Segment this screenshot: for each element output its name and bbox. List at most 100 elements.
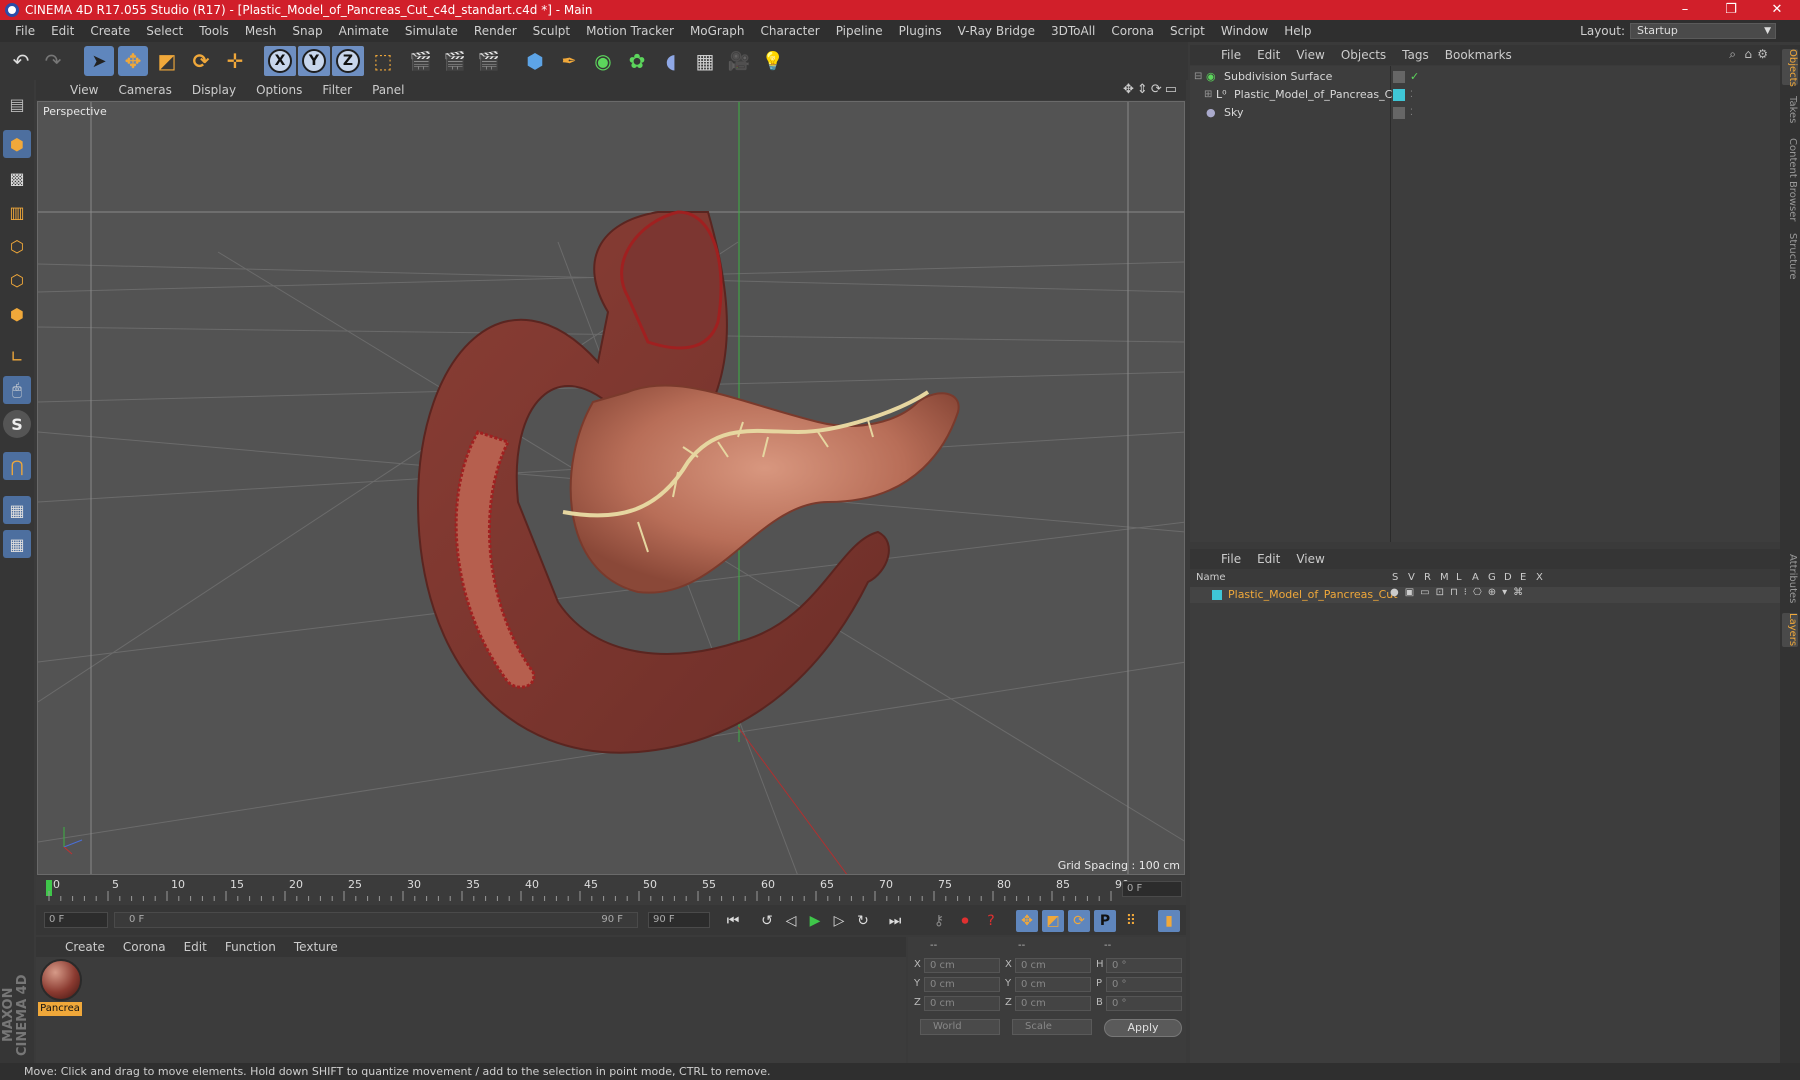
make-editable-button[interactable]: ▤ xyxy=(3,90,31,118)
add-subdivision-button[interactable]: ◉ xyxy=(588,46,618,76)
autokey-button[interactable]: ⏺ xyxy=(954,910,976,932)
menu-tools[interactable]: Tools xyxy=(191,24,237,38)
live-selection-button[interactable]: ➤ xyxy=(84,46,114,76)
tab-content-browser[interactable]: Content Browser xyxy=(1782,137,1798,223)
coordinate-mode-dropdown[interactable]: World xyxy=(920,1019,1000,1035)
texture-mode-button[interactable]: ▩ xyxy=(3,164,31,192)
visibility-toggle-icon[interactable] xyxy=(1393,107,1405,119)
om-menu-objects[interactable]: Objects xyxy=(1333,48,1394,62)
layer-row[interactable]: Plastic_Model_of_Pancreas_Cut ●▣▭⊡⊓⁝⎔⊕▾⌘ xyxy=(1190,587,1780,603)
solo-mode-button[interactable]: S xyxy=(3,410,31,438)
tab-takes[interactable]: Takes xyxy=(1782,95,1798,125)
workplane-lock-button[interactable]: ▦ xyxy=(3,496,31,524)
pancreas-model[interactable] xyxy=(416,210,960,754)
menu-motion-tracker[interactable]: Motion Tracker xyxy=(578,24,682,38)
play-button[interactable]: ▶ xyxy=(804,910,826,932)
visibility-dots-icon[interactable]: ⁚ xyxy=(1410,104,1413,122)
x-axis-lock-button[interactable]: X xyxy=(264,46,296,76)
previous-key-button[interactable]: ↺ xyxy=(756,910,778,932)
render-settings-button[interactable]: 🎬 xyxy=(474,46,504,76)
rot-h-field[interactable]: 0 ° xyxy=(1106,958,1182,973)
menu-plugins[interactable]: Plugins xyxy=(891,24,950,38)
om-search-icon[interactable]: ⌕ xyxy=(1729,47,1736,62)
layer-color-swatch[interactable] xyxy=(1212,590,1222,600)
key-parameter-button[interactable]: P xyxy=(1094,910,1116,932)
viewport-camera-label[interactable]: Perspective xyxy=(43,105,107,118)
viewport-menu-display[interactable]: Display xyxy=(182,83,246,97)
material-menu-create[interactable]: Create xyxy=(56,940,114,954)
menu-help[interactable]: Help xyxy=(1276,24,1319,38)
timeline-window-button[interactable]: ▮ xyxy=(1158,910,1180,932)
om-home-icon[interactable]: ⌂ xyxy=(1744,47,1752,61)
menu-mograph[interactable]: MoGraph xyxy=(682,24,753,38)
size-y-field[interactable]: 0 cm xyxy=(1015,977,1091,992)
previous-frame-button[interactable]: ◁ xyxy=(780,910,802,932)
menu-3dtoall[interactable]: 3DToAll xyxy=(1043,24,1103,38)
scale-tool-button[interactable]: ◩ xyxy=(152,46,182,76)
rot-b-field[interactable]: 0 ° xyxy=(1106,996,1182,1011)
axis-mode-button[interactable]: ∟ xyxy=(3,342,31,370)
record-keys-button[interactable]: ⚷ xyxy=(928,910,950,932)
add-deformer-button[interactable]: ◖ xyxy=(656,46,686,76)
timeline-ruler[interactable]: 051015202530354045505560657075808590 0 F xyxy=(36,877,1186,905)
menu-pipeline[interactable]: Pipeline xyxy=(828,24,891,38)
go-to-start-button[interactable]: ⏮ xyxy=(722,910,744,932)
menu-simulate[interactable]: Simulate xyxy=(397,24,466,38)
object-row[interactable]: ● Sky ⁚ xyxy=(1190,104,1780,122)
key-pla-button[interactable]: ⠿ xyxy=(1120,910,1142,932)
rot-p-field[interactable]: 0 ° xyxy=(1106,977,1182,992)
3d-viewport[interactable]: Perspective Grid Spacing : 100 cm xyxy=(37,101,1185,875)
current-frame-field[interactable]: 0 F xyxy=(1122,881,1182,897)
edges-mode-button[interactable]: ⬡ xyxy=(3,266,31,294)
menu-script[interactable]: Script xyxy=(1162,24,1213,38)
material-item[interactable]: Pancrea xyxy=(36,957,86,1019)
om-menu-file[interactable]: File xyxy=(1213,48,1249,62)
menu-create[interactable]: Create xyxy=(82,24,138,38)
polygons-mode-button[interactable]: ⬢ xyxy=(3,300,31,328)
keyframe-selection-button[interactable]: ? xyxy=(980,910,1002,932)
menu-select[interactable]: Select xyxy=(138,24,191,38)
viewport-menu-options[interactable]: Options xyxy=(246,83,312,97)
layer-toggle-icons[interactable]: ●▣▭⊡⊓⁝⎔⊕▾⌘ xyxy=(1390,587,1529,598)
add-camera-button[interactable]: 🎥 xyxy=(724,46,754,76)
recent-tool-button[interactable]: ✛ xyxy=(220,46,250,76)
material-menu-edit[interactable]: Edit xyxy=(175,940,216,954)
menu-vray-bridge[interactable]: V-Ray Bridge xyxy=(950,24,1043,38)
menu-character[interactable]: Character xyxy=(752,24,827,38)
menu-mesh[interactable]: Mesh xyxy=(237,24,285,38)
maximize-button[interactable]: ❐ xyxy=(1708,0,1754,20)
viewport-menu-panel[interactable]: Panel xyxy=(362,83,414,97)
workplane-align-button[interactable]: ▦ xyxy=(3,530,31,558)
coordinate-system-button[interactable]: ⬚ xyxy=(368,46,398,76)
pos-x-field[interactable]: 0 cm xyxy=(924,958,1000,973)
object-row[interactable]: ⊞ L⁰ Plastic_Model_of_Pancreas_Cut ⁚ xyxy=(1190,86,1780,104)
render-view-button[interactable]: 🎬 xyxy=(406,46,436,76)
minimize-button[interactable]: – xyxy=(1662,0,1708,20)
layer-color-swatch[interactable] xyxy=(1393,89,1405,101)
rotate-tool-button[interactable]: ⟳ xyxy=(186,46,216,76)
tweak-mode-button[interactable]: 🖱 xyxy=(3,376,31,404)
points-mode-button[interactable]: ⬡ xyxy=(3,232,31,260)
key-position-button[interactable]: ✥ xyxy=(1016,910,1038,932)
snap-button[interactable]: ⋂ xyxy=(3,452,31,480)
om-menu-view[interactable]: View xyxy=(1288,48,1332,62)
z-axis-lock-button[interactable]: Z xyxy=(332,46,364,76)
add-spline-button[interactable]: ✒ xyxy=(554,46,584,76)
key-rotation-button[interactable]: ⟳ xyxy=(1068,910,1090,932)
menu-sculpt[interactable]: Sculpt xyxy=(525,24,578,38)
start-frame-field[interactable]: 0 F xyxy=(44,912,108,928)
material-menu-texture[interactable]: Texture xyxy=(285,940,347,954)
y-axis-lock-button[interactable]: Y xyxy=(298,46,330,76)
model-mode-button[interactable]: ⬢ xyxy=(3,130,31,158)
next-key-button[interactable]: ↻ xyxy=(852,910,874,932)
om-menu-edit[interactable]: Edit xyxy=(1249,48,1288,62)
om-settings-icon[interactable]: ⚙ xyxy=(1757,47,1768,61)
object-row[interactable]: ⊟ ◉ Subdivision Surface ✓ xyxy=(1190,68,1780,86)
viewport-nav-icons[interactable]: ✥⇕⟳▭ xyxy=(1123,82,1180,97)
material-menu-function[interactable]: Function xyxy=(216,940,285,954)
om-menu-tags[interactable]: Tags xyxy=(1394,48,1437,62)
key-scale-button[interactable]: ◩ xyxy=(1042,910,1064,932)
next-frame-button[interactable]: ▷ xyxy=(828,910,850,932)
enabled-check-icon[interactable]: ✓ xyxy=(1410,68,1419,86)
visibility-toggle-icon[interactable] xyxy=(1393,71,1405,83)
